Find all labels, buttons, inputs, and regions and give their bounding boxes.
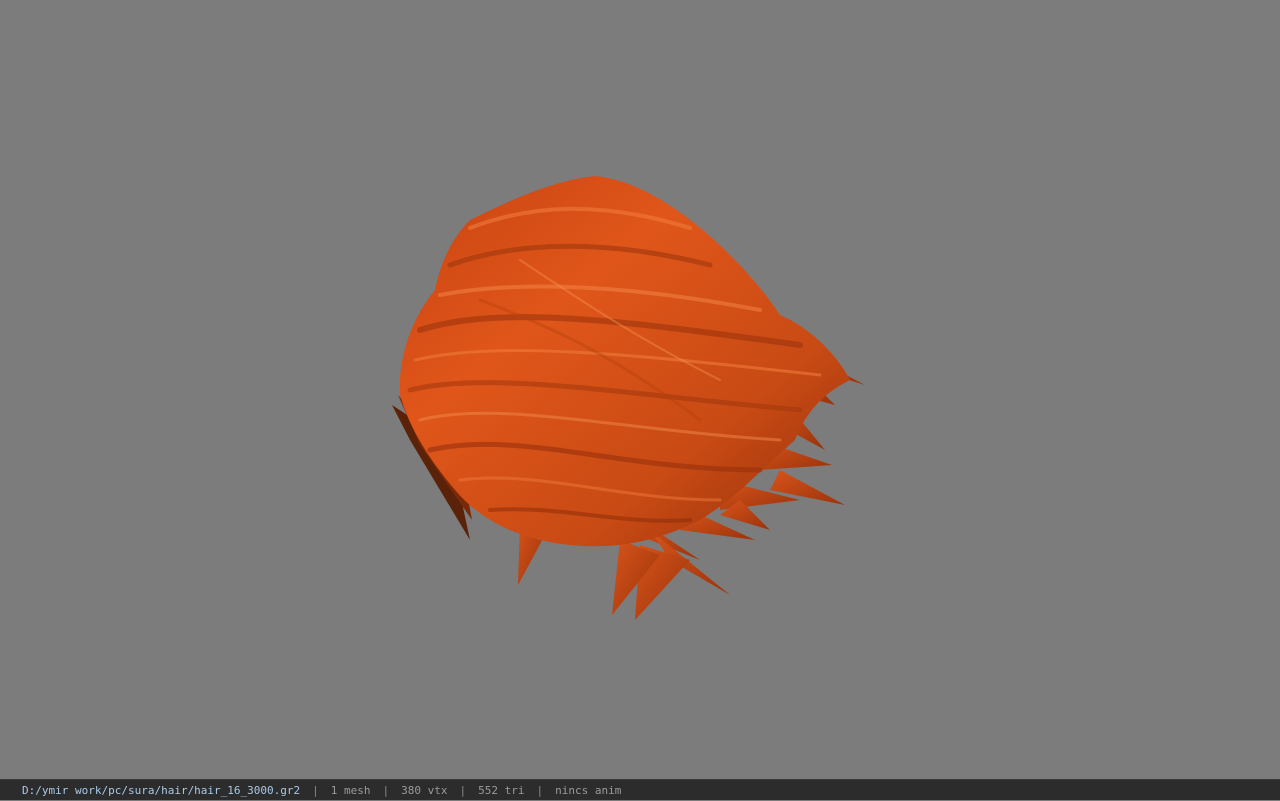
separator: |: [459, 784, 467, 797]
animation-status: nincs anim: [555, 784, 622, 797]
triangle-count: 552 tri: [478, 784, 525, 797]
vertex-count: 380 vtx: [401, 784, 448, 797]
mesh-count: 1 mesh: [330, 784, 371, 797]
3d-viewport[interactable]: [0, 0, 1280, 779]
status-bar: D:/ymir work/pc/sura/hair/hair_16_3000.g…: [0, 779, 1280, 800]
separator: |: [312, 784, 319, 797]
hair-mesh-model[interactable]: [0, 0, 1280, 779]
separator: |: [382, 784, 390, 797]
separator: |: [536, 784, 544, 797]
file-path: D:/ymir work/pc/sura/hair/hair_16_3000.g…: [22, 784, 301, 797]
